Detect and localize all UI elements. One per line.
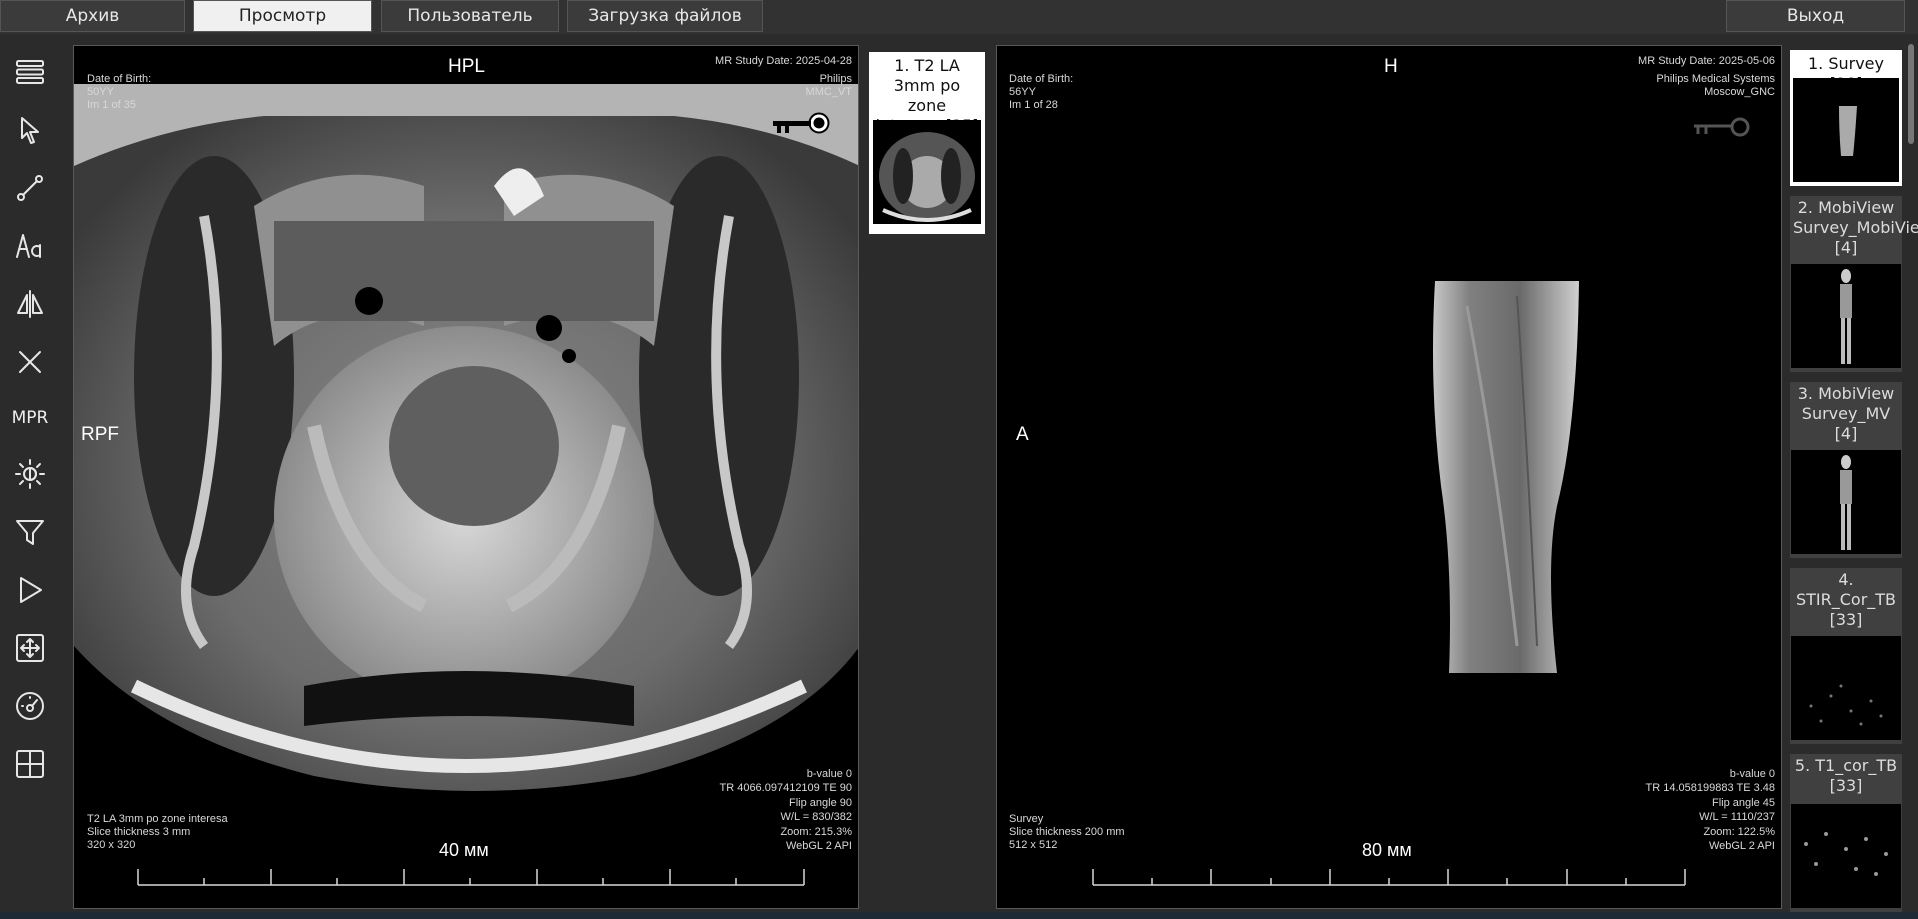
series-thumb-right-2[interactable]: 2. MobiView Survey_MobiView [4] (1790, 196, 1918, 372)
series-name: T2 LA 3mm po zone interesa (87, 813, 228, 825)
series-name: Survey (1009, 813, 1044, 825)
series-list-scrollbar[interactable] (1908, 44, 1914, 144)
viewport-left[interactable]: HPL RPF Date of Birth: 50YY Im 1 of 35 M… (73, 45, 859, 909)
brightness-icon[interactable] (10, 454, 50, 494)
tool-sidebar: MPR (0, 44, 60, 914)
exit-button[interactable]: Выход (1726, 0, 1905, 32)
series-thumb-right-4[interactable]: 4. STIR_Cor_TB [33] (1790, 568, 1902, 744)
zoom-level: Zoom: 122.5% (1703, 826, 1775, 838)
line-measure-icon[interactable] (10, 168, 50, 208)
render-api: WebGL 2 API (785, 840, 852, 852)
tab-user[interactable]: Пользователь (381, 0, 559, 32)
tab-archive[interactable]: Архив (0, 0, 185, 32)
tr-te: TR 4066.097412109 TE 90 (719, 782, 852, 794)
pointer-icon[interactable] (10, 110, 50, 150)
institution: Moscow_GNC (1704, 86, 1775, 98)
mpr-button[interactable]: MPR (10, 398, 50, 438)
series-thumb-left-1[interactable]: 1. T2 LA 3mm po zone interesa [35] (869, 52, 985, 234)
top-nav-bar: Архив Просмотр Пользователь Загрузка фай… (0, 0, 1918, 34)
render-api: WebGL 2 API (1708, 840, 1775, 852)
play-icon[interactable] (10, 570, 50, 610)
series-thumbnail-image (1791, 450, 1901, 554)
scale-label: 40 мм (439, 840, 489, 860)
scale-label: 80 мм (1362, 840, 1412, 860)
filter-icon[interactable] (10, 512, 50, 552)
series-thumbnail-image (873, 120, 981, 224)
scale-ruler (137, 869, 805, 886)
window-level: W/L = 830/382 (780, 811, 852, 823)
zoom-level: Zoom: 215.3% (780, 826, 852, 838)
orientation-top-label: H (1384, 56, 1398, 77)
study-date: MR Study Date: 2025-04-28 (715, 55, 852, 67)
tab-view[interactable]: Просмотр (193, 0, 372, 32)
dob-value: 56YY (1009, 86, 1036, 98)
text-annotation-icon[interactable] (10, 226, 50, 266)
key-icon (1694, 117, 1750, 137)
speed-icon[interactable] (10, 686, 50, 726)
close-icon[interactable] (10, 342, 50, 382)
institution: MMC_VT (805, 86, 852, 98)
series-label: 3. MobiView Survey_MV [4] (1797, 384, 1895, 443)
series-thumbnail-image (1791, 636, 1901, 740)
series-label: 2. MobiView Survey_MobiView [4] (1793, 198, 1918, 257)
mr-image-axial-pelvis (74, 84, 858, 791)
dob-label: Date of Birth: (87, 73, 152, 85)
image-index: Im 1 of 35 (87, 99, 136, 111)
grid-layout-icon[interactable] (10, 744, 50, 784)
orientation-left-label: A (1016, 424, 1029, 445)
bottom-status-bar (0, 912, 1918, 919)
series-label: 4. STIR_Cor_TB [33] (1795, 570, 1897, 629)
key-icon (773, 112, 830, 134)
flip-icon[interactable] (10, 284, 50, 324)
series-thumb-right-1[interactable]: 1. Survey [28] (1790, 50, 1902, 186)
window-level: W/L = 1110/237 (1699, 811, 1775, 823)
dob-value: 50YY (87, 86, 114, 98)
matrix-size: 320 x 320 (87, 839, 136, 851)
manufacturer: Philips (819, 73, 852, 85)
fit-icon[interactable] (10, 628, 50, 668)
scale-ruler (1092, 869, 1686, 886)
flip-angle: Flip angle 45 (1712, 797, 1775, 809)
series-thumbnail-image (1793, 78, 1899, 182)
series-thumbnail-image (1791, 264, 1901, 368)
flip-angle: Flip angle 90 (789, 797, 852, 809)
b-value: b-value 0 (806, 768, 852, 780)
study-date: MR Study Date: 2025-05-06 (1638, 55, 1775, 67)
slice-thickness: Slice thickness 200 mm (1009, 826, 1125, 838)
image-index: Im 1 of 28 (1009, 99, 1058, 111)
tab-file-upload[interactable]: Загрузка файлов (567, 0, 763, 32)
tr-te: TR 14.058199883 TE 3.48 (1645, 782, 1775, 794)
series-label: 5. T1_cor_TB [33] (1794, 756, 1898, 795)
viewport-right[interactable]: H A Date of Birth: 56YY Im 1 of 28 MR St… (996, 45, 1782, 909)
mr-image-survey-leg (1433, 281, 1579, 673)
b-value: b-value 0 (1729, 768, 1775, 780)
series-thumbnail-image (1791, 804, 1901, 908)
list-icon[interactable] (10, 52, 50, 92)
orientation-top-label: HPL (448, 56, 485, 77)
mpr-label: MPR (11, 408, 49, 428)
manufacturer: Philips Medical Systems (1656, 73, 1775, 85)
matrix-size: 512 x 512 (1009, 839, 1058, 851)
dob-label: Date of Birth: (1009, 73, 1074, 85)
orientation-left-label: RPF (81, 424, 119, 445)
series-thumb-right-3[interactable]: 3. MobiView Survey_MV [4] (1790, 382, 1902, 558)
series-thumb-right-5[interactable]: 5. T1_cor_TB [33] (1790, 754, 1902, 912)
slice-thickness: Slice thickness 3 mm (87, 826, 191, 838)
